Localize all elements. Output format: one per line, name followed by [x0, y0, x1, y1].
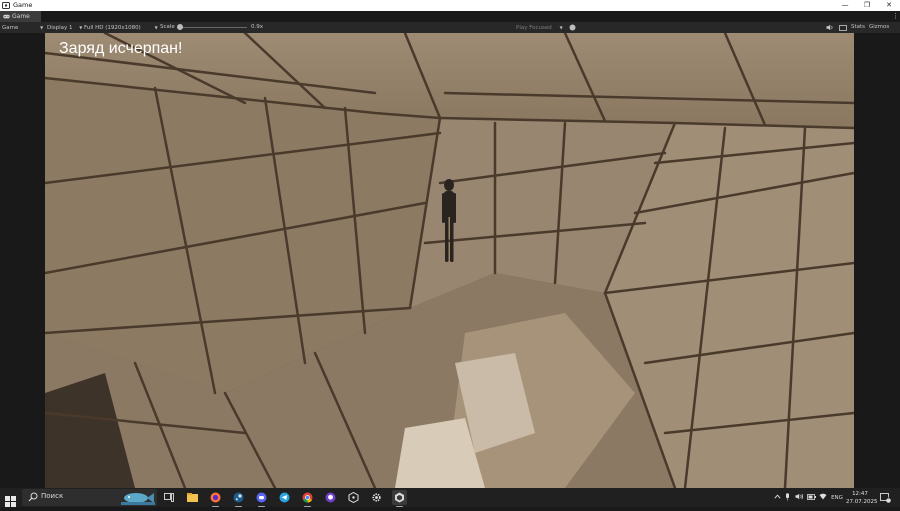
- windows-logo-icon: [5, 496, 16, 507]
- taskbar-settings[interactable]: [369, 490, 384, 505]
- unity-icon: [569, 24, 576, 31]
- clock-time: 12:47: [852, 491, 868, 497]
- taskbar-discord[interactable]: [254, 490, 269, 507]
- taskbar-file-explorer[interactable]: [185, 490, 200, 505]
- minimize-button[interactable]: —: [834, 0, 856, 11]
- scale-slider-track[interactable]: [179, 27, 247, 28]
- close-button[interactable]: ✕: [878, 0, 900, 11]
- scale-label: Scale: [160, 24, 175, 30]
- window-title: Game: [13, 1, 33, 9]
- system-tray: ENG: [773, 488, 845, 507]
- audio-toggle-button[interactable]: [569, 24, 576, 31]
- chevron-down-icon: ▼: [559, 25, 563, 30]
- display-dropdown[interactable]: Display 1 ▼: [47, 22, 82, 33]
- github-desktop-icon: [325, 492, 336, 503]
- input-language-button[interactable]: ENG: [829, 495, 845, 501]
- volume-tray-button[interactable]: [793, 493, 805, 502]
- battery-tray-button[interactable]: [805, 493, 817, 502]
- firefox-icon: [210, 492, 221, 503]
- notification-icon: [880, 492, 891, 503]
- maximize-button[interactable]: ❐: [856, 0, 878, 11]
- steam-icon: [233, 492, 244, 503]
- notifications-button[interactable]: 1: [880, 488, 892, 507]
- gamepad-icon: [3, 14, 10, 19]
- microphone-icon: [785, 492, 789, 500]
- chrome-icon: [302, 492, 313, 503]
- unity-app-icon: [2, 2, 10, 9]
- monitor-icon: [839, 25, 847, 31]
- unity-hub-icon: [348, 492, 359, 503]
- resolution-dropdown[interactable]: Full HD (1920x1080) ▼: [84, 22, 158, 33]
- search-highlight-fish-icon: [121, 493, 155, 505]
- game-view-letterbox-right: [854, 33, 900, 488]
- view-mode-dropdown[interactable]: Game ▼: [2, 22, 43, 33]
- taskbar-steam[interactable]: [231, 490, 246, 507]
- taskbar-chrome[interactable]: [300, 490, 315, 507]
- task-view-icon: [163, 493, 174, 502]
- more-icon: ⋮: [892, 12, 899, 20]
- taskbar-unity-hub[interactable]: [346, 490, 361, 505]
- taskbar-unity-editor[interactable]: [392, 490, 407, 507]
- search-icon: [28, 492, 38, 502]
- tab-label: Game: [12, 13, 30, 20]
- taskbar-telegram[interactable]: [277, 490, 292, 505]
- play-mode-value: Play Focused: [516, 25, 552, 31]
- task-view-button[interactable]: [161, 490, 176, 505]
- chevron-down-icon: ▼: [40, 25, 44, 30]
- volume-icon: [795, 493, 803, 500]
- chevron-down-icon: ▼: [154, 25, 158, 30]
- view-mode-value: Game: [2, 25, 19, 31]
- taskbar-search[interactable]: Поиск: [22, 489, 157, 506]
- game-scene-render: [45, 33, 854, 488]
- scale-value: 0.9x: [251, 24, 264, 30]
- windows-taskbar: Поиск ENG 12:47 27.07.2025 1: [0, 488, 900, 507]
- window-title-bar: Game — ❐ ✕: [0, 0, 900, 11]
- search-placeholder: Поиск: [41, 492, 64, 500]
- speaker-icon: [826, 24, 833, 31]
- taskbar-firefox[interactable]: [208, 490, 223, 507]
- battery-icon: [806, 493, 816, 500]
- unity-editor-icon: [395, 492, 404, 503]
- wifi-icon: [819, 493, 827, 500]
- file-explorer-icon: [187, 493, 198, 502]
- gizmos-dropdown[interactable]: Gizmos: [869, 22, 889, 33]
- restore-icon: ❐: [863, 1, 871, 9]
- game-status-message: Заряд исчерпан!: [59, 40, 183, 57]
- game-view-toolbar: Game ▼ Display 1 ▼ Full HD (1920x1080) ▼…: [0, 22, 900, 33]
- show-hidden-icons-button[interactable]: [773, 494, 781, 501]
- game-view-letterbox-left: [0, 33, 45, 488]
- minimize-icon: —: [841, 1, 849, 9]
- display-value: Display 1: [47, 25, 73, 31]
- game-viewport[interactable]: Заряд исчерпан!: [45, 33, 854, 488]
- tab-game[interactable]: Game: [0, 11, 41, 22]
- network-tray-button[interactable]: [817, 493, 829, 502]
- play-mode-dropdown[interactable]: Play Focused ▼: [516, 22, 563, 33]
- editor-tab-bar: Game ⋮: [0, 11, 900, 22]
- microphone-tray-button[interactable]: [781, 492, 793, 503]
- clock-date: 27.07.2025: [846, 499, 878, 505]
- resolution-value: Full HD (1920x1080): [84, 25, 141, 31]
- chevron-down-icon: ▼: [79, 25, 83, 30]
- notification-count: 1: [887, 496, 890, 500]
- stats-button[interactable]: Stats: [851, 22, 865, 33]
- close-icon: ✕: [886, 1, 892, 9]
- chevron-up-icon: [773, 494, 781, 499]
- settings-icon: [372, 493, 381, 502]
- scale-slider-thumb[interactable]: [177, 24, 183, 30]
- telegram-icon: [279, 492, 290, 503]
- more-options-button[interactable]: ⋮: [892, 11, 899, 22]
- discord-icon: [256, 492, 267, 503]
- taskbar-github-desktop[interactable]: [323, 490, 338, 505]
- taskbar-clock[interactable]: 12:47 27.07.2025: [846, 490, 878, 506]
- start-button[interactable]: [5, 492, 16, 507]
